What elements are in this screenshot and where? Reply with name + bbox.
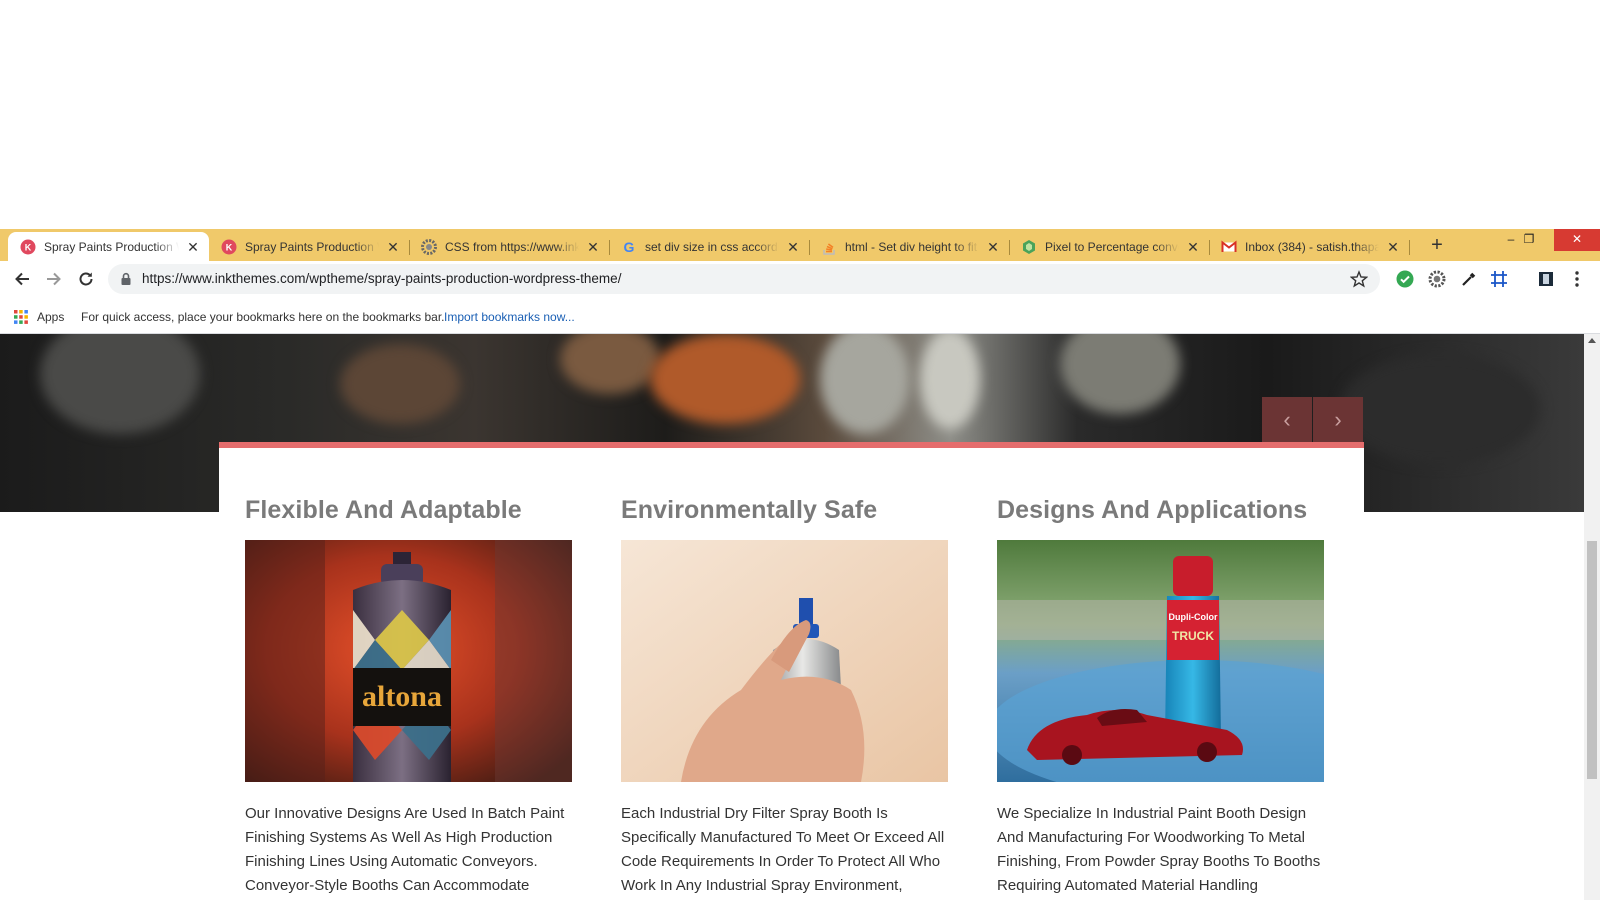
tab-title: html - Set div height to fit to the brow…	[845, 239, 979, 254]
feature-text: We Specialize In Industrial Paint Booth …	[997, 805, 1321, 894]
altona-spray-can-photo: altona	[245, 540, 572, 782]
apps-grid-icon	[14, 310, 28, 324]
tab-title: set div size in css according to screen	[645, 239, 779, 254]
feature-title: Designs And Applications	[997, 496, 1308, 524]
svg-text:TRUCK: TRUCK	[1172, 629, 1214, 643]
gear-extension-icon[interactable]	[1428, 270, 1446, 288]
close-tab-icon[interactable]: ✕	[185, 239, 201, 255]
close-tab-icon[interactable]: ✕	[785, 239, 801, 255]
eyedropper-icon[interactable]	[1460, 270, 1478, 288]
close-tab-icon[interactable]: ✕	[1185, 239, 1201, 255]
hexagon-icon	[1021, 239, 1037, 255]
tab-gmail-inbox[interactable]: Inbox (384) - satish.thapa ✕	[1209, 232, 1410, 261]
svg-text:K: K	[25, 242, 32, 252]
close-tab-icon[interactable]: ✕	[585, 239, 601, 255]
tab-pixel-percentage[interactable]: Pixel to Percentage converter ✕	[1009, 232, 1210, 261]
features-card: Flexible And Adaptable altona Our Innova…	[219, 442, 1364, 918]
crop-grid-icon[interactable]	[1490, 270, 1508, 288]
restore-button[interactable]: ❐	[1514, 229, 1544, 251]
profile-extension-icon[interactable]	[1537, 270, 1555, 288]
close-window-button[interactable]: ✕	[1554, 229, 1600, 251]
slider-prev-button[interactable]: ‹	[1262, 397, 1312, 443]
stackoverflow-icon	[821, 239, 837, 255]
new-tab-button[interactable]: +	[1425, 233, 1449, 257]
apps-shortcut[interactable]: Apps	[14, 310, 64, 324]
tab-strip: K Spray Paints Production Wordpress Them…	[0, 229, 1600, 261]
gear-icon	[421, 238, 437, 255]
svg-text:Dupli-Color: Dupli-Color	[1169, 612, 1218, 622]
tab-title: Inbox (384) - satish.thapa	[1245, 239, 1379, 254]
feature-text: Our Innovative Designs Are Used In Batch…	[245, 805, 565, 894]
tab-css-inkthemes[interactable]: CSS from https://www.inkthemes.com ✕	[409, 232, 610, 261]
address-bar[interactable]: https://www.inkthemes.com/wptheme/spray-…	[108, 264, 1380, 294]
feature-text: Each Industrial Dry Filter Spray Booth I…	[621, 805, 945, 894]
scroll-up-arrow-icon[interactable]	[1588, 338, 1596, 343]
tab-title: CSS from https://www.inkthemes.com	[445, 239, 579, 254]
tab-stackoverflow[interactable]: html - Set div height to fit to the brow…	[809, 232, 1010, 261]
lock-icon	[120, 272, 132, 291]
dupli-color-can-car-model-photo: Dupli-Color TRUCK	[997, 540, 1324, 782]
forward-button[interactable]	[42, 269, 66, 289]
close-tab-icon[interactable]: ✕	[385, 239, 401, 255]
tab-title: Pixel to Percentage converter	[1045, 239, 1179, 254]
svg-text:K: K	[226, 242, 233, 252]
tab-spray-paints-2[interactable]: K Spray Paints Production Wordpress Them…	[209, 232, 410, 261]
browser-toolbar: https://www.inkthemes.com/wptheme/spray-…	[0, 261, 1600, 297]
check-extension-icon[interactable]	[1396, 270, 1414, 288]
svg-text:G: G	[624, 239, 635, 255]
reload-button[interactable]	[74, 269, 98, 289]
back-arrow-icon	[15, 272, 29, 286]
tab-google-search[interactable]: G set div size in css according to scree…	[609, 232, 810, 261]
scrollbar-thumb[interactable]	[1587, 541, 1597, 779]
reload-icon	[79, 272, 93, 286]
menu-dots-icon[interactable]	[1568, 270, 1586, 288]
close-tab-icon[interactable]: ✕	[1385, 239, 1401, 255]
import-bookmarks-link[interactable]: Import bookmarks now...	[444, 310, 575, 324]
hand-spraying-can-photo: AK	[621, 540, 948, 782]
inkthemes-icon: K	[221, 239, 237, 255]
slider-next-button[interactable]: ›	[1313, 397, 1363, 443]
feature-title: Flexible And Adaptable	[245, 496, 522, 524]
svg-text:altona: altona	[362, 680, 442, 713]
google-icon: G	[621, 239, 637, 255]
url-text: https://www.inkthemes.com/wptheme/spray-…	[142, 271, 622, 286]
gmail-icon	[1221, 239, 1237, 255]
inkthemes-icon: K	[20, 239, 36, 255]
feature-title: Environmentally Safe	[621, 496, 878, 524]
tab-spray-paints-1[interactable]: K Spray Paints Production Wordpress Them…	[8, 232, 209, 261]
bookmarks-hint: For quick access, place your bookmarks h…	[81, 310, 445, 324]
apps-label: Apps	[37, 310, 65, 324]
bookmark-star-icon[interactable]	[1349, 270, 1369, 293]
forward-arrow-icon	[47, 272, 61, 286]
close-tab-icon[interactable]: ✕	[985, 239, 1001, 255]
tab-title: Spray Paints Production Wordpress Theme	[245, 239, 379, 254]
tab-title: Spray Paints Production Wordpress Theme	[44, 239, 179, 254]
back-button[interactable]	[10, 269, 34, 289]
bookmarks-bar: Apps For quick access, place your bookma…	[0, 297, 1600, 334]
page-scrollbar[interactable]	[1584, 334, 1600, 900]
